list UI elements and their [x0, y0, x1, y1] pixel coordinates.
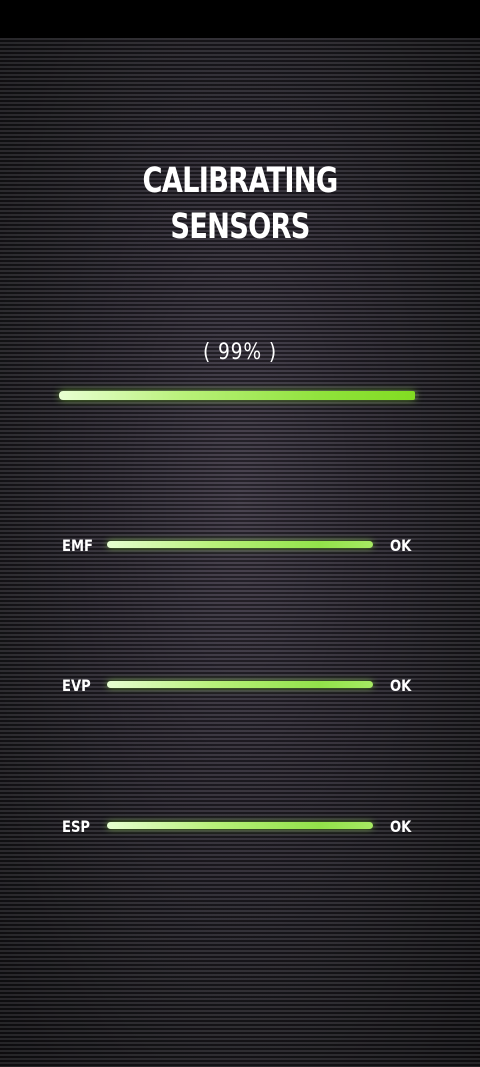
- sensor-label-emf: EMF: [62, 536, 93, 555]
- progress-percent: ( 99% ): [202, 340, 278, 365]
- title-line-2: SENSORS: [170, 207, 310, 247]
- sensor-status-esp: OK: [390, 817, 412, 836]
- sensor-label-evp: EVP: [62, 676, 91, 695]
- main-progress-fill: [59, 391, 416, 400]
- title-line-1: CALIBRATING: [142, 161, 338, 201]
- main-progress-bar: [59, 391, 419, 400]
- sensor-status-emf: OK: [390, 536, 412, 555]
- scanline-panel: CALIBRATING SENSORS ( 99% ) EMF OK EVP O…: [0, 38, 480, 1067]
- sensor-label-esp: ESP: [62, 817, 91, 836]
- sensor-fill-emf: [107, 541, 373, 548]
- sensor-status-evp: OK: [390, 676, 412, 695]
- sensor-fill-evp: [107, 681, 373, 688]
- sensor-bar-emf: [107, 541, 373, 548]
- sensor-bar-evp: [107, 681, 373, 688]
- status-bar: [0, 0, 480, 38]
- sensor-fill-esp: [107, 822, 373, 829]
- calibration-screen: CALIBRATING SENSORS ( 99% ) EMF OK EVP O…: [0, 0, 480, 1067]
- sensor-bar-esp: [107, 822, 373, 829]
